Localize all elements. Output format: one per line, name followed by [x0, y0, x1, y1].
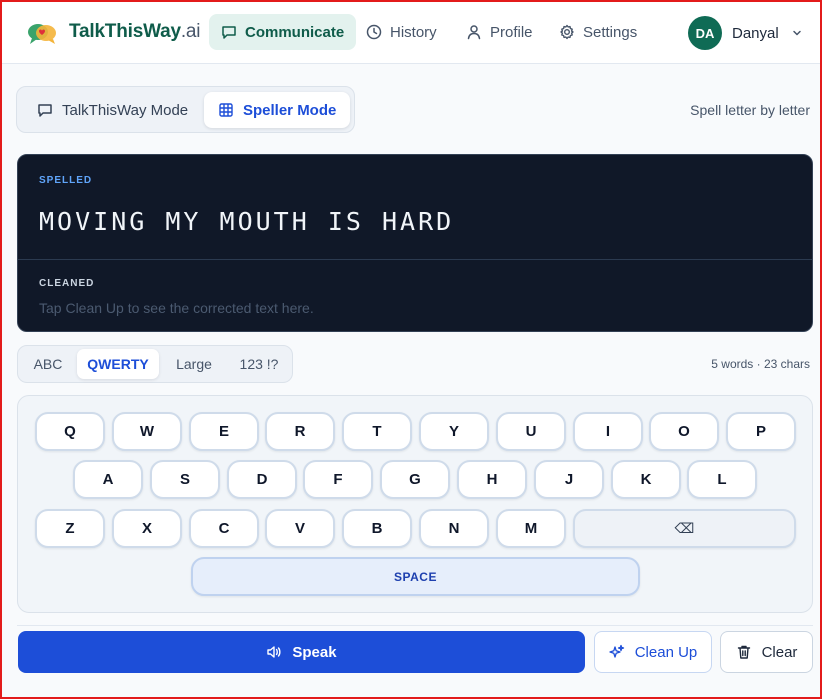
message-square-icon [38, 104, 52, 117]
layout-symbols-button[interactable]: 123 !? [229, 349, 289, 379]
user-name: Danyal [732, 24, 779, 42]
layout-qwerty-button[interactable]: QWERTY [77, 349, 159, 379]
key-d[interactable]: D [227, 460, 297, 499]
avatar: DA [688, 16, 722, 50]
layout-abc-button[interactable]: ABC [22, 349, 74, 379]
trash-icon [737, 645, 750, 659]
talkthisway-mode-button[interactable]: TalkThisWay Mode [23, 92, 202, 128]
key-u[interactable]: U [496, 412, 566, 451]
sparkles-icon [609, 644, 624, 658]
key-r[interactable]: R [265, 412, 335, 451]
cleaned-label: CLEANED [39, 278, 95, 289]
key-s[interactable]: S [150, 460, 220, 499]
key-f[interactable]: F [303, 460, 373, 499]
nav-communicate[interactable]: Communicate [209, 14, 357, 50]
key-o[interactable]: O [649, 412, 719, 451]
mode-label: Speller Mode [243, 101, 337, 119]
on-screen-keyboard: ⌫ SPACE QWERTYUIOP ASDFGHJKL ZXCVBNM [17, 395, 813, 613]
clock-icon [366, 24, 382, 40]
clean-up-button[interactable]: Clean Up [594, 631, 712, 673]
clean-up-label: Clean Up [634, 643, 698, 661]
speller-mode-button[interactable]: Speller Mode [204, 92, 351, 128]
mode-label: TalkThisWay Mode [62, 101, 189, 119]
key-n[interactable]: N [419, 509, 489, 548]
cleaned-placeholder: Tap Clean Up to see the corrected text h… [39, 300, 314, 316]
key-a[interactable]: A [73, 460, 143, 499]
nav-history[interactable]: History [354, 14, 449, 50]
gear-icon [560, 24, 574, 40]
key-z[interactable]: Z [35, 509, 105, 548]
nav-label: Communicate [245, 23, 345, 41]
nav-label: History [390, 23, 437, 41]
speak-button[interactable]: Speak [18, 631, 585, 673]
nav-label: Profile [490, 23, 533, 41]
keyboard-layout-selector: ABC QWERTY Large 123 !? [17, 345, 293, 383]
clear-label: Clear [761, 643, 798, 661]
key-g[interactable]: G [380, 460, 450, 499]
user-menu[interactable]: DA Danyal [688, 15, 803, 51]
clear-button[interactable]: Clear [720, 631, 813, 673]
logo-icon [28, 24, 56, 44]
user-icon [467, 25, 481, 40]
speak-label: Speak [292, 643, 337, 661]
brand-name[interactable]: TalkThisWay.ai [69, 21, 201, 43]
spelled-text: MOVING MY MOUTH IS HARD [39, 207, 455, 236]
word-char-count: 5 words · 23 chars [711, 357, 810, 371]
key-l[interactable]: L [687, 460, 757, 499]
key-y[interactable]: Y [419, 412, 489, 451]
backspace-key[interactable]: ⌫ [573, 509, 796, 548]
layout-large-button[interactable]: Large [163, 349, 225, 379]
message-square-icon [222, 26, 236, 39]
speaker-icon [267, 646, 281, 658]
mode-hint: Spell letter by letter [690, 102, 810, 118]
mode-toggle: TalkThisWay Mode Speller Mode [16, 86, 355, 133]
app-window: TalkThisWay.ai Communicate History Profi… [0, 0, 822, 699]
key-w[interactable]: W [112, 412, 182, 451]
key-q[interactable]: Q [35, 412, 105, 451]
key-c[interactable]: C [189, 509, 259, 548]
nav-profile[interactable]: Profile [454, 14, 545, 50]
space-key[interactable]: SPACE [191, 557, 640, 596]
key-t[interactable]: T [342, 412, 412, 451]
chevron-down-icon [792, 30, 801, 36]
key-x[interactable]: X [112, 509, 182, 548]
output-panel: SPELLED MOVING MY MOUTH IS HARD CLEANED … [17, 154, 813, 332]
output-divider [18, 259, 812, 260]
key-i[interactable]: I [573, 412, 643, 451]
spelled-label: SPELLED [39, 175, 93, 186]
key-j[interactable]: J [534, 460, 604, 499]
key-p[interactable]: P [726, 412, 796, 451]
grid-icon [219, 103, 233, 117]
key-e[interactable]: E [189, 412, 259, 451]
key-b[interactable]: B [342, 509, 412, 548]
key-k[interactable]: K [611, 460, 681, 499]
nav-settings[interactable]: Settings [547, 14, 649, 50]
top-nav-bar: TalkThisWay.ai Communicate History Profi… [2, 2, 820, 64]
key-h[interactable]: H [457, 460, 527, 499]
nav-label: Settings [583, 23, 638, 41]
action-divider [17, 625, 813, 626]
key-v[interactable]: V [265, 509, 335, 548]
key-m[interactable]: M [496, 509, 566, 548]
